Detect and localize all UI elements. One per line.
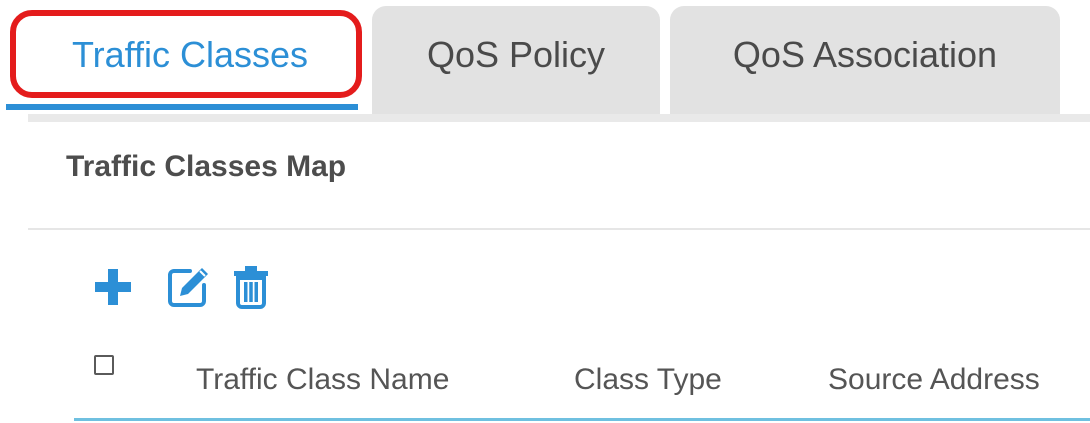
tab-qos-association[interactable]: QoS Association: [670, 6, 1060, 114]
tab-traffic-classes[interactable]: Traffic Classes: [10, 6, 370, 114]
section-title: Traffic Classes Map: [66, 150, 347, 183]
tab-qos-policy-label: QoS Policy: [426, 34, 606, 75]
tab-qos-association-label: QoS Association: [732, 34, 998, 75]
tab-traffic-classes-label: Traffic Classes: [71, 34, 309, 75]
column-header-class-type[interactable]: Class Type: [574, 363, 722, 397]
edit-pencil-icon: [168, 268, 208, 307]
column-header-source-address[interactable]: Source Address: [828, 363, 1040, 397]
trash-icon: [234, 266, 268, 309]
section-divider: [28, 228, 1090, 230]
add-button[interactable]: [92, 266, 134, 308]
active-tab-underline: [6, 104, 358, 110]
delete-button[interactable]: [232, 265, 270, 309]
table-header-divider: [74, 418, 1090, 421]
plus-icon: [95, 269, 131, 305]
select-all-checkbox[interactable]: [94, 355, 114, 375]
table-header: Traffic Class Name Class Type Source Add…: [0, 345, 1090, 405]
edit-button[interactable]: [166, 265, 210, 309]
tab-bar: Traffic Classes QoS Policy QoS Associati…: [0, 0, 1090, 120]
tab-divider: [28, 114, 1090, 122]
table-toolbar: [92, 262, 270, 312]
column-header-traffic-class-name[interactable]: Traffic Class Name: [196, 363, 449, 397]
tab-qos-policy[interactable]: QoS Policy: [372, 6, 660, 114]
